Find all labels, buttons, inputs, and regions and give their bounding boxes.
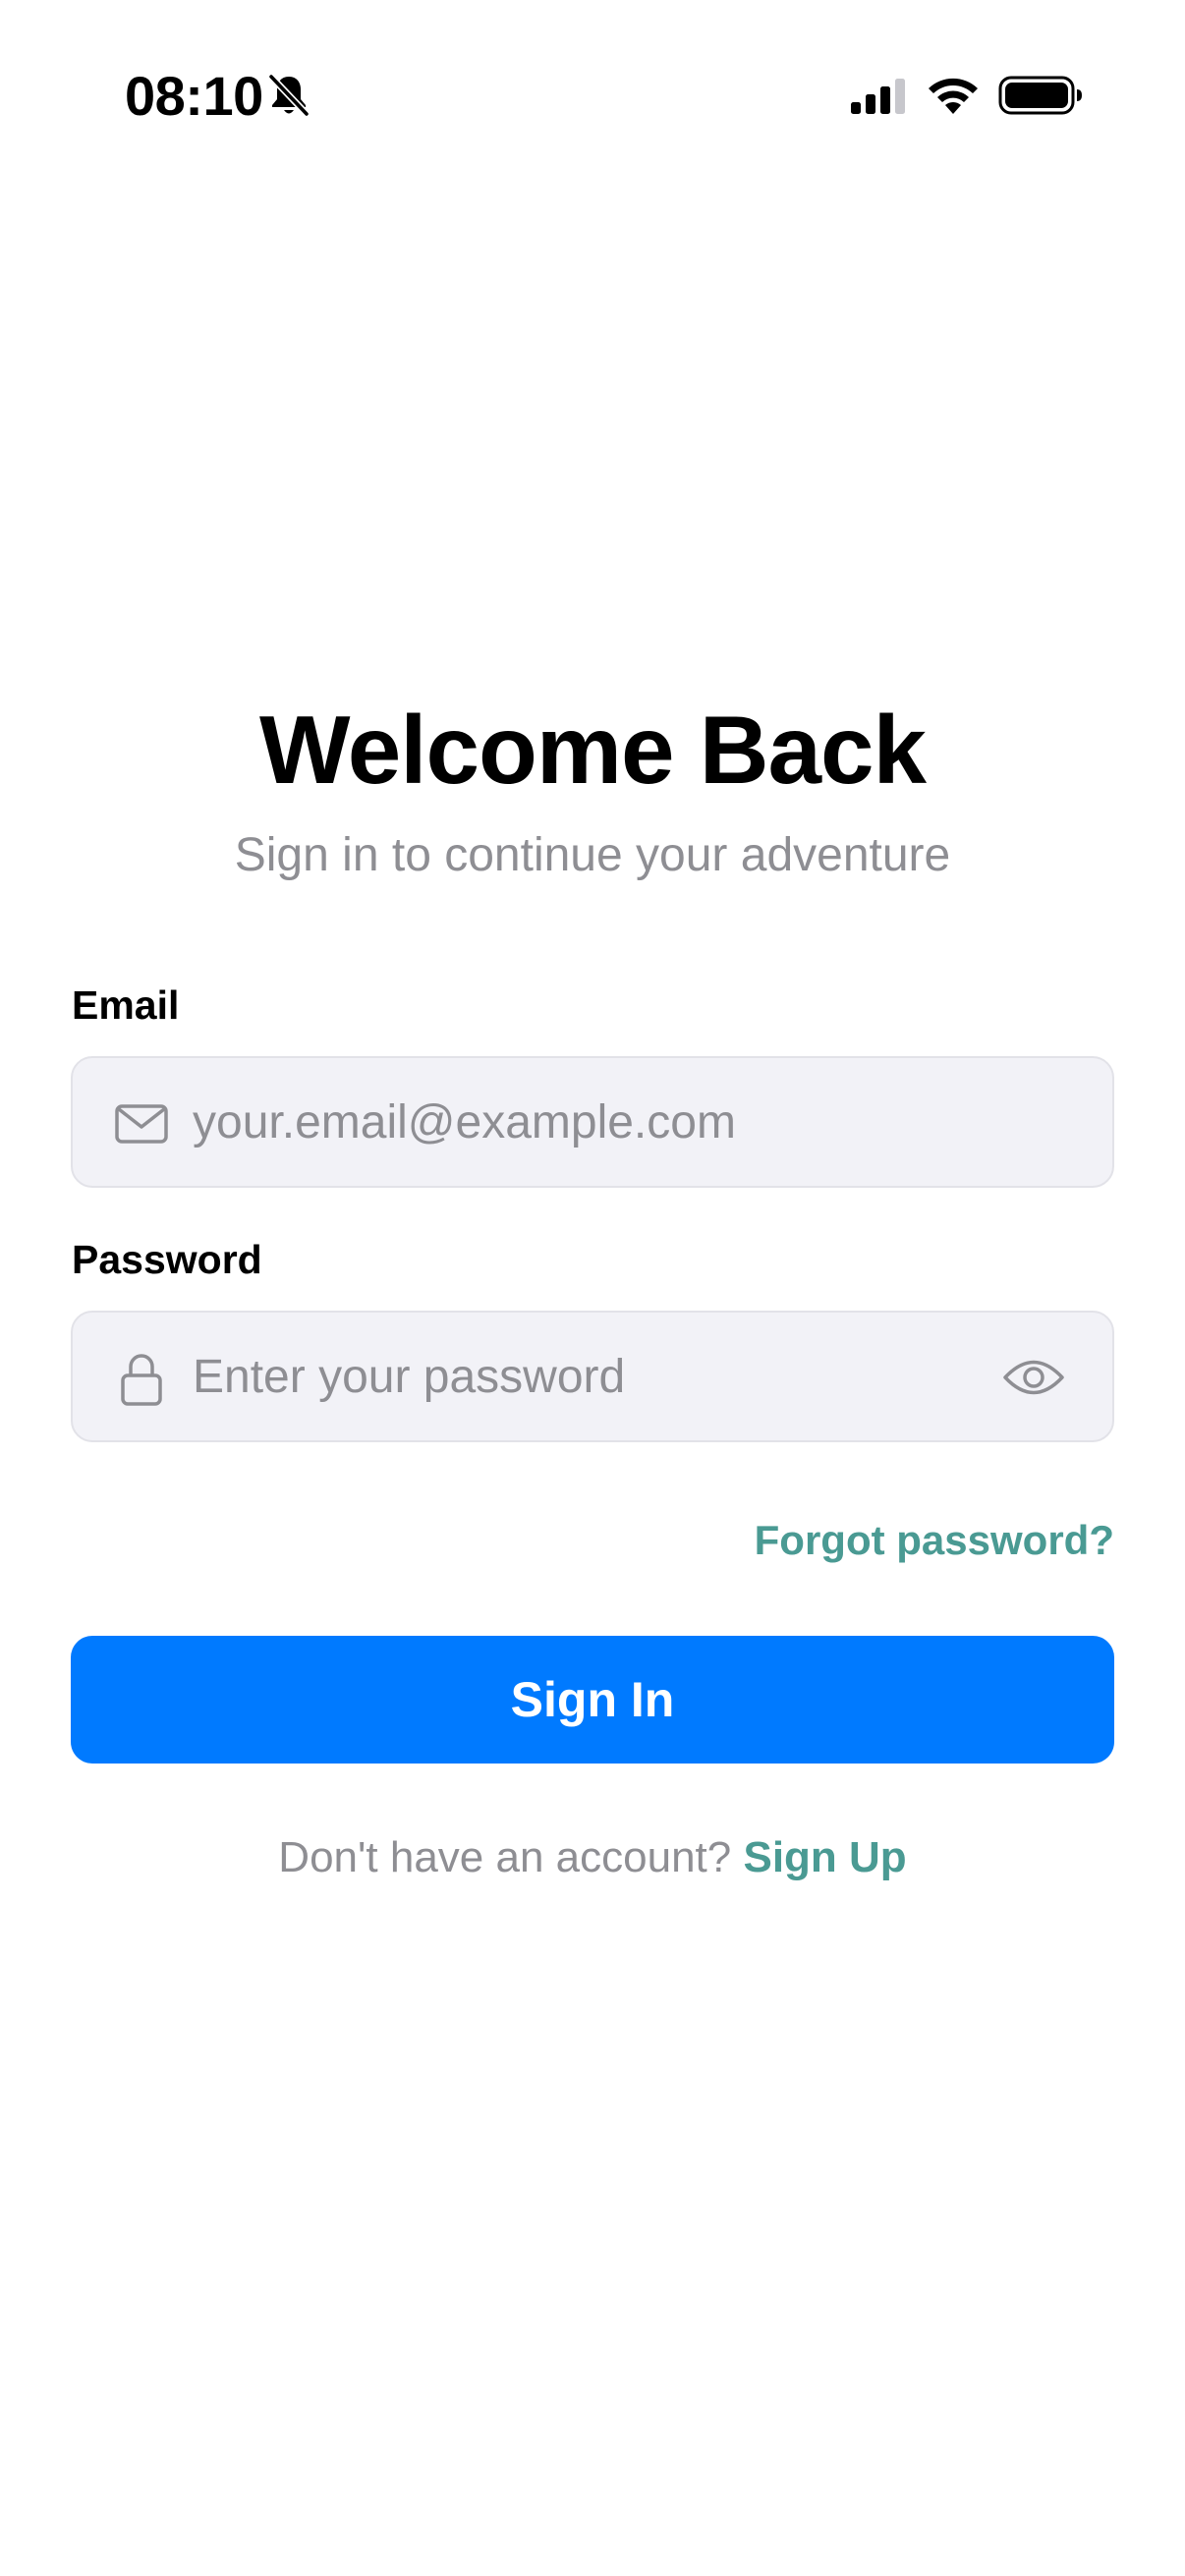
bell-slash-icon xyxy=(268,74,310,117)
email-label: Email xyxy=(72,982,180,1028)
sign-up-link[interactable]: Sign Up xyxy=(743,1833,906,1881)
envelope-icon xyxy=(115,1104,168,1144)
sign-up-prompt-text: Don't have an account? xyxy=(278,1833,732,1881)
eye-icon[interactable] xyxy=(1002,1353,1065,1402)
page-subtitle: Sign in to continue your adventure xyxy=(234,829,951,881)
status-time: 08:10 xyxy=(125,65,263,127)
cellular-signal-icon xyxy=(851,79,905,114)
lock-icon xyxy=(121,1354,162,1406)
email-field-container[interactable] xyxy=(71,1056,1114,1188)
password-input[interactable] xyxy=(193,1313,998,1440)
wifi-icon xyxy=(929,78,978,114)
battery-icon xyxy=(998,76,1082,115)
forgot-password-link[interactable]: Forgot password? xyxy=(755,1515,1114,1566)
password-label: Password xyxy=(72,1237,262,1282)
status-bar: 08:10 xyxy=(0,0,1185,196)
sign-in-button[interactable]: Sign In xyxy=(71,1636,1114,1764)
email-input[interactable] xyxy=(193,1058,998,1186)
password-field-container[interactable] xyxy=(71,1311,1114,1442)
sign-up-prompt: Don't have an account? Sign Up xyxy=(0,1831,1185,1884)
page-title: Welcome Back xyxy=(259,696,927,804)
